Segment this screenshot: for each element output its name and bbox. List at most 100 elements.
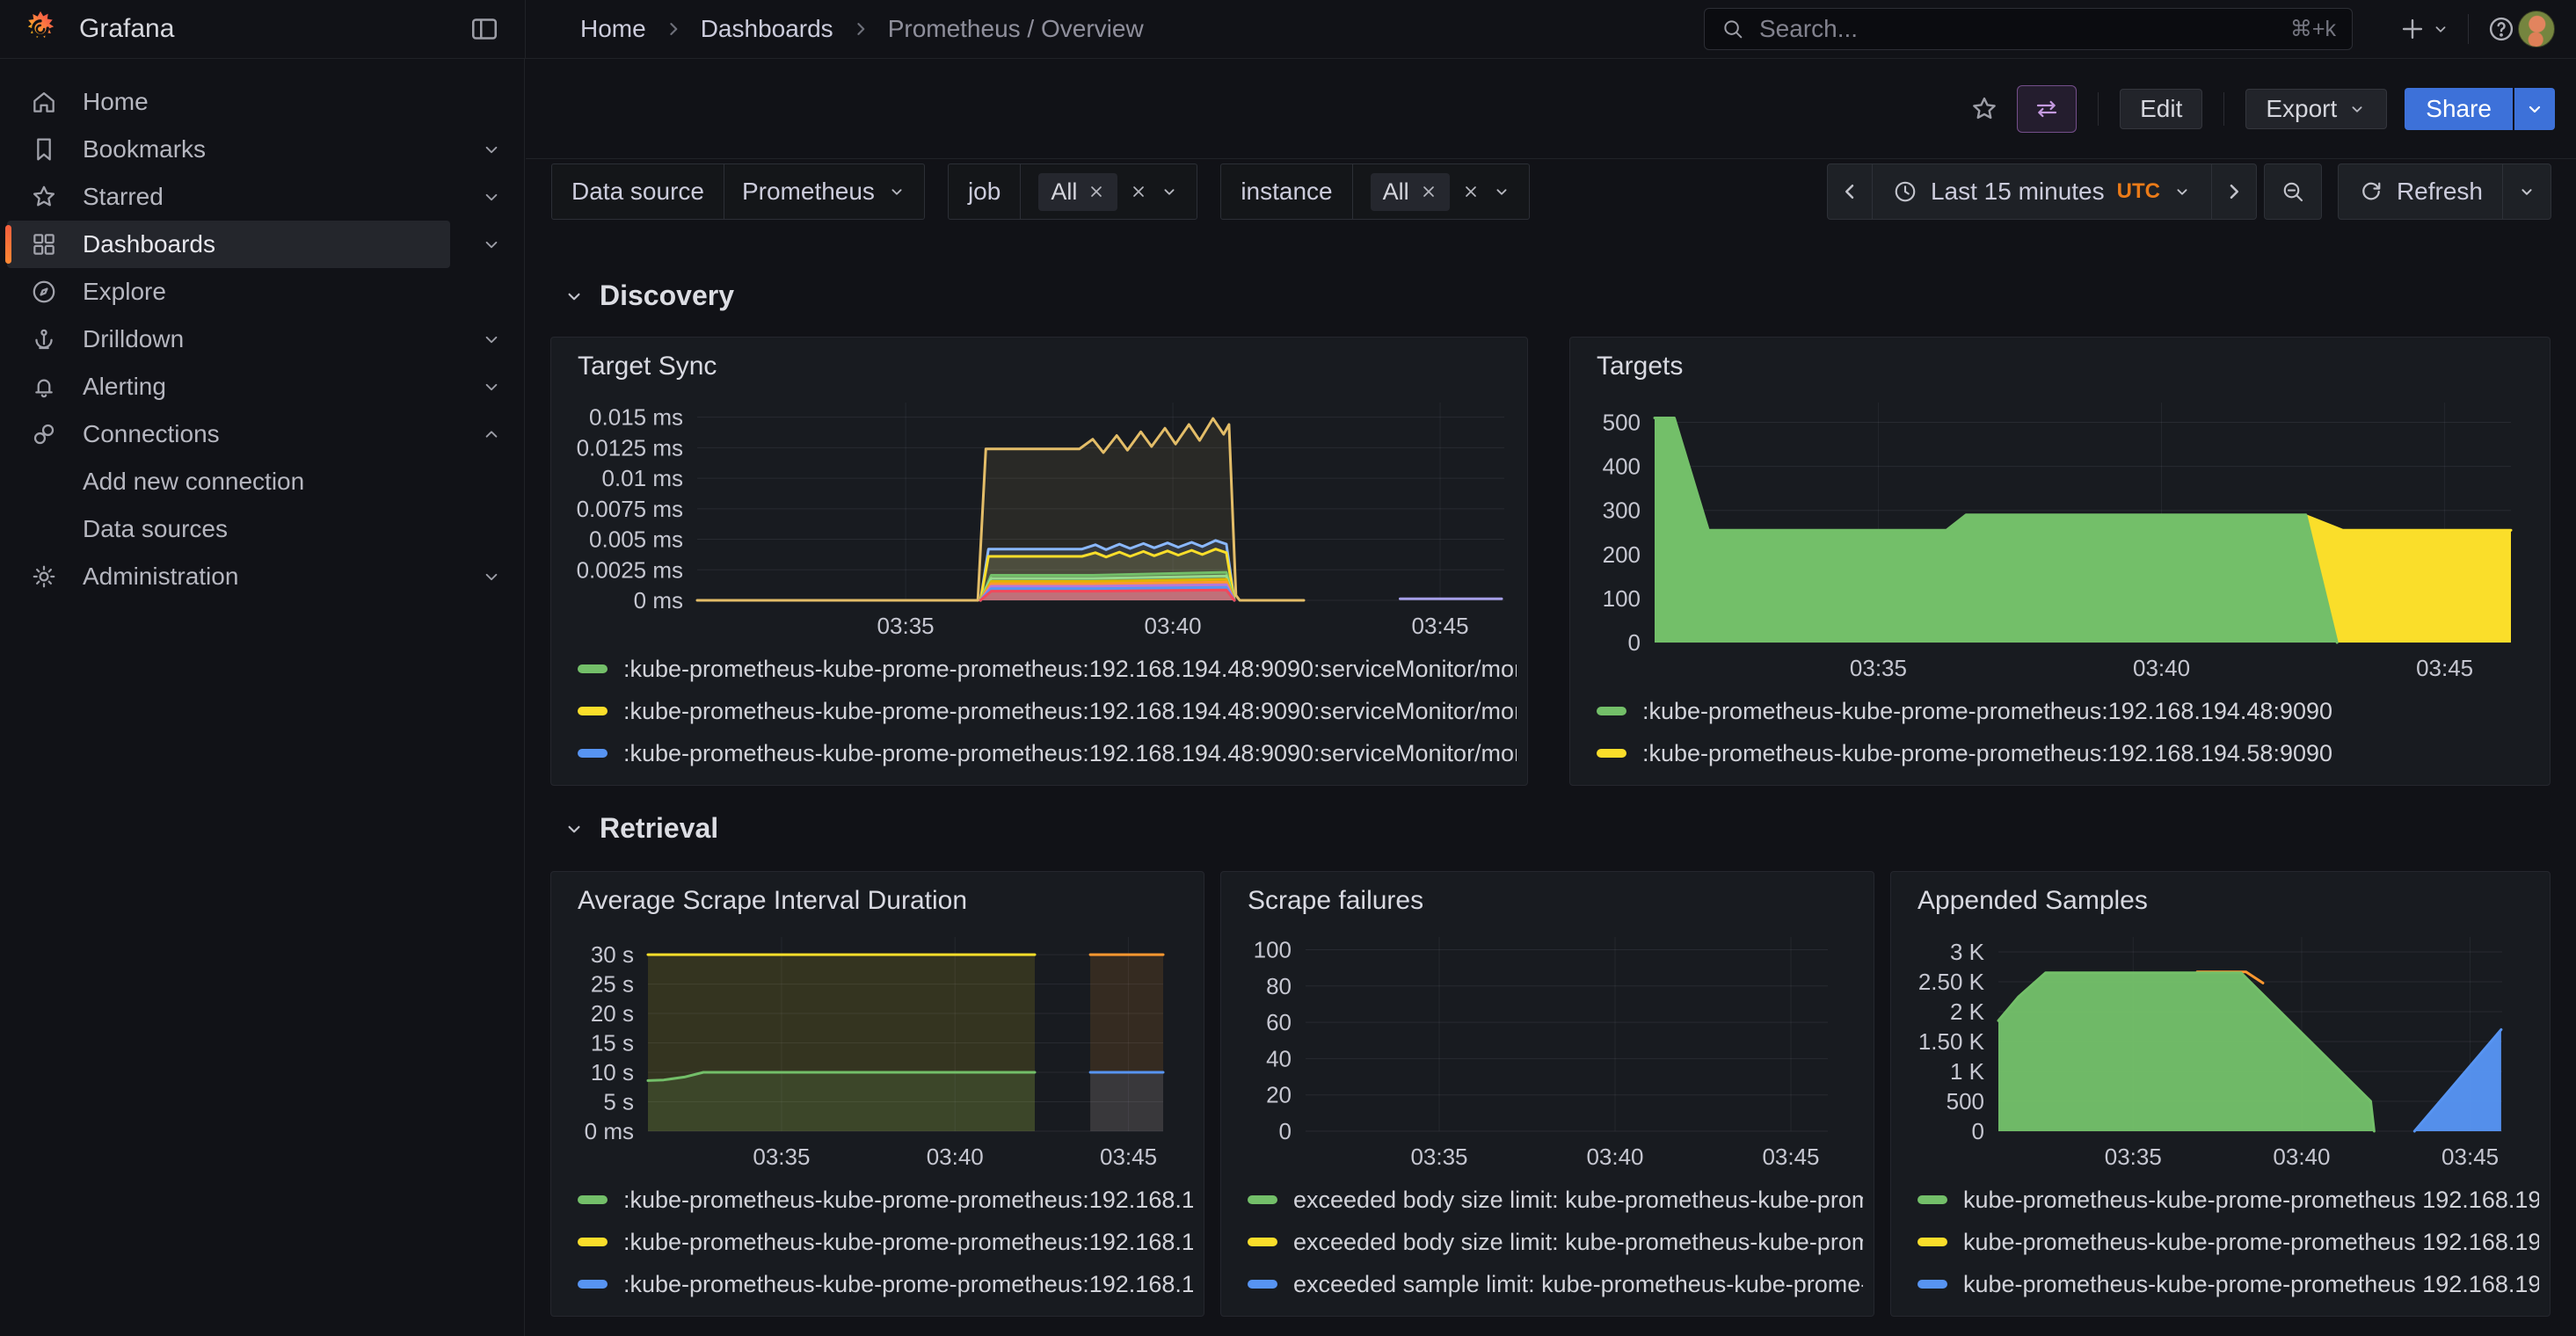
section-retrieval[interactable]: Retrieval bbox=[563, 812, 718, 845]
chevron-down-icon[interactable] bbox=[480, 185, 503, 208]
legend-series-color bbox=[1917, 1238, 1947, 1246]
legend-item[interactable]: :kube-prometheus-kube-prome-prometheus:1… bbox=[578, 732, 1517, 774]
svg-text:03:40: 03:40 bbox=[927, 1144, 984, 1170]
chevron-down-icon bbox=[887, 182, 906, 201]
add-new-chevron-icon[interactable] bbox=[2431, 19, 2450, 39]
chart-area: 0 ms5 s10 s15 s20 s25 s30 s03:3503:4003:… bbox=[558, 923, 1193, 1177]
legend-item[interactable]: exceeded sample limit: kube-prometheus-k… bbox=[1248, 1263, 1863, 1305]
chevron-down-icon[interactable] bbox=[480, 375, 503, 398]
instance-chip-label: All bbox=[1383, 178, 1409, 206]
clear-all-icon[interactable] bbox=[1130, 183, 1147, 200]
search-box[interactable]: ⌘+k bbox=[1704, 8, 2353, 50]
search-input[interactable] bbox=[1757, 14, 2290, 44]
sidebar-item-bookmarks[interactable]: Bookmarks bbox=[7, 126, 450, 173]
sidebar-item-data-sources[interactable]: Data sources bbox=[7, 505, 450, 553]
instance-label: instance bbox=[1221, 164, 1352, 219]
legend-item[interactable]: exceeded body size limit: kube-prometheu… bbox=[1248, 1221, 1863, 1263]
add-new-icon[interactable] bbox=[2398, 14, 2427, 44]
star-icon bbox=[30, 183, 58, 211]
panel-title[interactable]: Targets bbox=[1570, 338, 2550, 381]
legend-series-label: :kube-prometheus-kube-prome-prometheus:1… bbox=[623, 740, 1517, 767]
share-dropdown-button[interactable] bbox=[2514, 88, 2555, 130]
legend-item[interactable]: :kube-prometheus-kube-prome-prometheus:1… bbox=[578, 648, 1517, 690]
chart-legend: :kube-prometheus-kube-prome-prometheus:1… bbox=[578, 1179, 1193, 1305]
chevron-right-icon bbox=[2221, 178, 2247, 205]
chevron-down-icon[interactable] bbox=[480, 138, 503, 161]
sidebar-item-connections[interactable]: Connections bbox=[7, 410, 450, 458]
job-chip[interactable]: All bbox=[1038, 173, 1117, 211]
mega-menu-toggle-icon[interactable] bbox=[469, 13, 500, 45]
sidebar-item-alerting[interactable]: Alerting bbox=[7, 363, 450, 410]
clear-all-icon[interactable] bbox=[1462, 183, 1480, 200]
chart-area: 02040608010003:3503:4003:45 bbox=[1228, 923, 1863, 1177]
remove-chip-icon[interactable] bbox=[1088, 183, 1105, 200]
legend-item[interactable]: kube-prometheus-kube-prome-prometheus 19… bbox=[1917, 1263, 2539, 1305]
search-icon bbox=[1721, 17, 1745, 41]
legend-item[interactable]: :kube-prometheus-kube-prome-prometheus:1… bbox=[578, 1179, 1193, 1221]
legend-item[interactable]: :kube-prometheus-kube-prome-prometheus:1… bbox=[578, 1263, 1193, 1305]
panel-title[interactable]: Appended Samples bbox=[1891, 872, 2550, 916]
legend-item[interactable]: exceeded body size limit: kube-prometheu… bbox=[1248, 1179, 1863, 1221]
dashboard-toolbar: Edit Export Share bbox=[526, 59, 2576, 159]
legend-item[interactable]: kube-prometheus-kube-prome-prometheus 19… bbox=[1917, 1179, 2539, 1221]
legend-series-color bbox=[1597, 749, 1626, 758]
gear-icon bbox=[30, 563, 58, 591]
sidebar-item-add-new-connection[interactable]: Add new connection bbox=[7, 458, 450, 505]
chevron-down-icon[interactable] bbox=[480, 233, 503, 256]
legend-series-color bbox=[578, 749, 608, 758]
breadcrumb-separator-icon bbox=[849, 18, 872, 40]
remove-chip-icon[interactable] bbox=[1420, 183, 1437, 200]
zoom-out-button[interactable] bbox=[2264, 163, 2322, 220]
user-avatar[interactable] bbox=[2518, 11, 2555, 47]
share-button[interactable]: Share bbox=[2405, 88, 2513, 130]
sidebar-item-starred[interactable]: Starred bbox=[7, 173, 450, 221]
section-discovery[interactable]: Discovery bbox=[563, 280, 734, 312]
panel-title[interactable]: Target Sync bbox=[551, 338, 1527, 381]
export-button[interactable]: Export bbox=[2245, 89, 2387, 129]
sidebar-item-dashboards[interactable]: Dashboards bbox=[7, 221, 450, 268]
panel-title[interactable]: Scrape failures bbox=[1221, 872, 1874, 916]
legend-series-color bbox=[578, 1238, 608, 1246]
breadcrumb-separator-icon bbox=[662, 18, 685, 40]
sidebar-item-label: Starred bbox=[83, 183, 164, 211]
time-compare-button[interactable] bbox=[2017, 85, 2077, 133]
refresh-interval-dropdown[interactable] bbox=[2502, 163, 2551, 220]
legend-item[interactable]: :kube-prometheus-kube-prome-prometheus:1… bbox=[1597, 690, 2539, 732]
datasource-value[interactable]: Prometheus bbox=[724, 178, 924, 206]
panel-title[interactable]: Average Scrape Interval Duration bbox=[551, 872, 1204, 916]
edit-button[interactable]: Edit bbox=[2120, 89, 2202, 129]
svg-text:03:45: 03:45 bbox=[1412, 613, 1469, 639]
time-shift-back-button[interactable] bbox=[1827, 163, 1873, 220]
breadcrumb-item[interactable]: Dashboards bbox=[701, 15, 833, 43]
refresh-label: Refresh bbox=[2397, 178, 2483, 206]
help-icon[interactable] bbox=[2486, 14, 2516, 44]
datasource-label: Data source bbox=[552, 164, 724, 219]
compass-icon bbox=[30, 278, 58, 306]
time-shift-forward-button[interactable] bbox=[2211, 163, 2257, 220]
home-icon bbox=[30, 88, 58, 116]
sidebar-item-label: Bookmarks bbox=[83, 135, 206, 163]
sidebar-item-label: Data sources bbox=[83, 515, 228, 543]
sidebar-item-administration[interactable]: Administration bbox=[7, 553, 450, 600]
legend-item[interactable]: :kube-prometheus-kube-prome-prometheus:1… bbox=[578, 690, 1517, 732]
sidebar-item-home[interactable]: Home bbox=[7, 78, 450, 126]
breadcrumb-item[interactable]: Home bbox=[580, 15, 646, 43]
sidebar-item-explore[interactable]: Explore bbox=[7, 268, 450, 316]
instance-value[interactable]: All bbox=[1353, 173, 1529, 211]
legend-item[interactable]: :kube-prometheus-kube-prome-prometheus:1… bbox=[578, 1221, 1193, 1263]
svg-text:03:35: 03:35 bbox=[753, 1144, 810, 1170]
job-value[interactable]: All bbox=[1021, 173, 1197, 211]
legend-series-color bbox=[578, 1280, 608, 1289]
chevron-up-icon[interactable] bbox=[480, 423, 503, 446]
instance-chip[interactable]: All bbox=[1371, 173, 1450, 211]
chevron-down-icon[interactable] bbox=[480, 565, 503, 588]
favorite-star-icon[interactable] bbox=[1969, 94, 1999, 124]
legend-series-label: kube-prometheus-kube-prome-prometheus 19… bbox=[1963, 1229, 2539, 1256]
legend-item[interactable]: :kube-prometheus-kube-prome-prometheus:1… bbox=[1597, 732, 2539, 774]
legend-item[interactable]: kube-prometheus-kube-prome-prometheus 19… bbox=[1917, 1221, 2539, 1263]
svg-text:0 ms: 0 ms bbox=[585, 1118, 634, 1144]
sidebar-item-drilldown[interactable]: Drilldown bbox=[7, 316, 450, 363]
time-range-picker[interactable]: Last 15 minutes UTC bbox=[1872, 163, 2212, 220]
refresh-button[interactable]: Refresh bbox=[2338, 163, 2503, 220]
chevron-down-icon[interactable] bbox=[480, 328, 503, 351]
